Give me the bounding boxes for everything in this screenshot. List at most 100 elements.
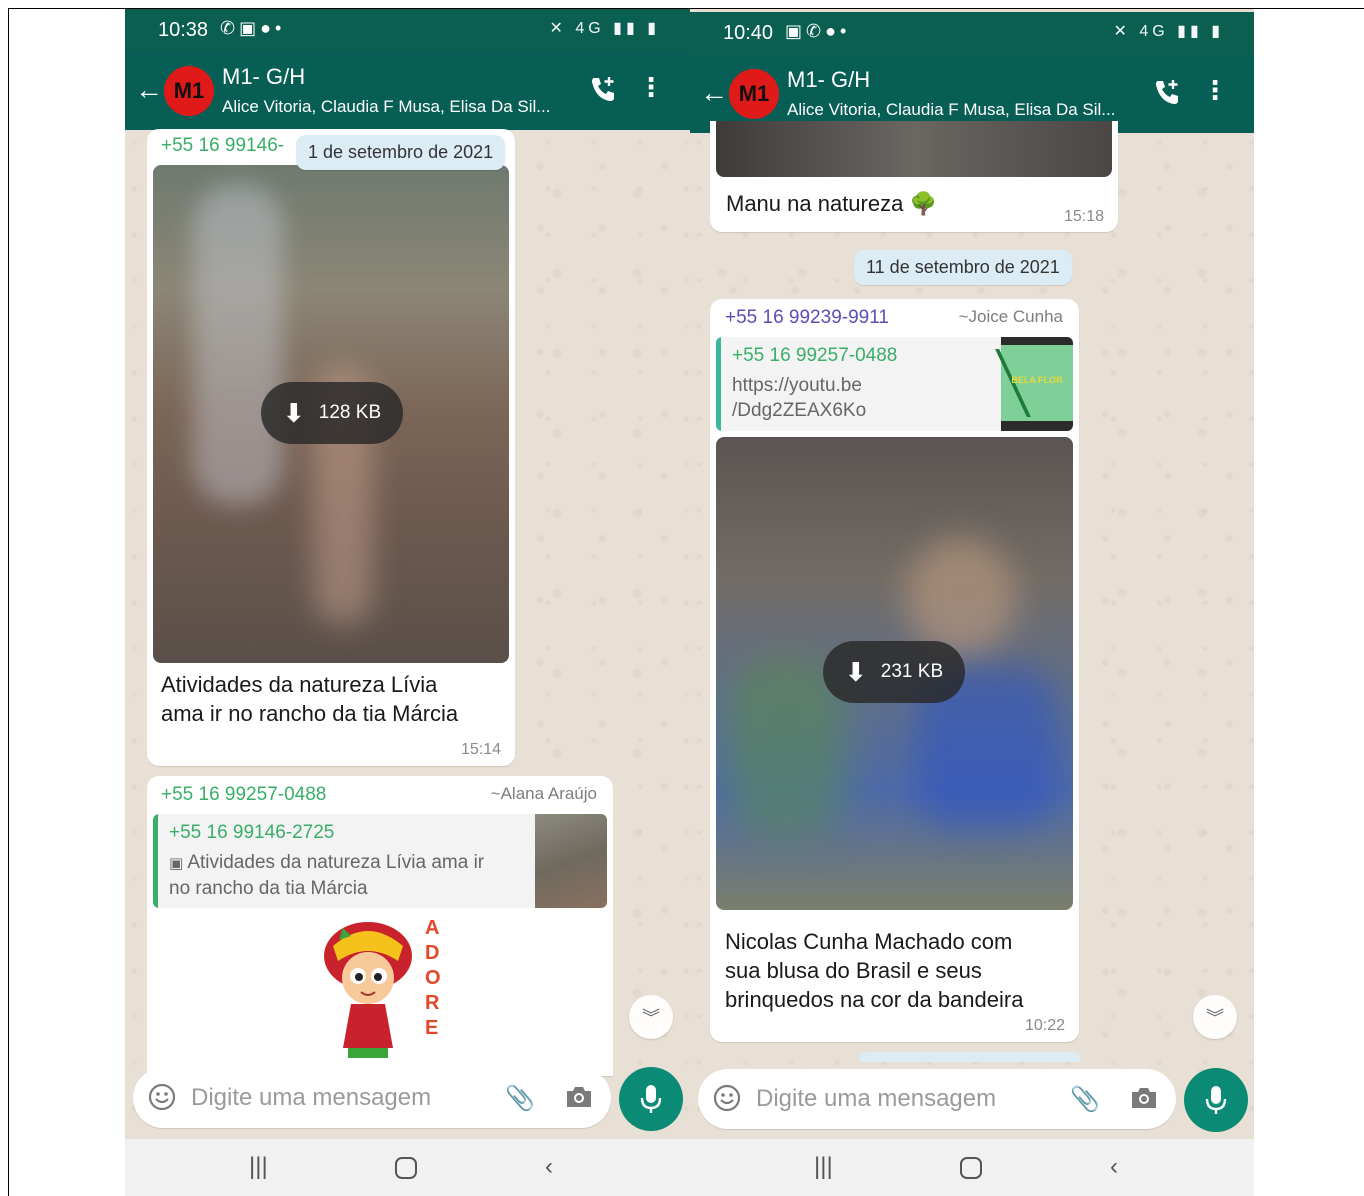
microphone-icon <box>1205 1086 1227 1114</box>
chat-header: ← M1 M1- G/H Alice Vitoria, Claudia F Mu… <box>125 52 690 130</box>
more-vert-icon[interactable]: ⋮ <box>638 74 664 100</box>
quote-thumb-text: BELA FLOR <box>1011 375 1063 385</box>
caption-line: brinquedos na cor da bandeira <box>725 987 1024 1012</box>
caption-line: Atividades da natureza Lívia <box>161 672 438 697</box>
paperclip-icon[interactable]: 📎 <box>505 1084 535 1113</box>
camera-icon[interactable] <box>563 1082 595 1112</box>
image-thumbnail[interactable]: ⬇ 128 KB <box>153 165 509 663</box>
quote-bar <box>153 814 158 908</box>
sticker-letter: D <box>425 942 440 964</box>
sticker[interactable]: A D O R E <box>313 916 453 1066</box>
sticker-text: A D O R E <box>425 916 441 1041</box>
phone-screenshot-left: 10:38 ✆▣●• ✕ 4G ▮▮ ▮ ← M1 M1- G/H Alice … <box>125 9 690 1196</box>
download-size: 231 KB <box>880 661 944 682</box>
message-time: 15:14 <box>460 741 501 758</box>
message-bubble[interactable]: Manu na natureza 🌳 15:18 <box>710 121 1118 232</box>
sender-push-name: ~Joice Cunha <box>958 307 1063 326</box>
status-bar: 10:38 ✆▣●• ✕ 4G ▮▮ ▮ <box>125 9 690 52</box>
quote-line: no rancho da tia Márcia <box>169 878 368 899</box>
home-icon[interactable] <box>960 1157 982 1179</box>
download-icon: ⬇ <box>283 397 305 428</box>
date-chip: 1 de setembro de 2021 <box>296 135 506 170</box>
more-vert-icon[interactable]: ⋮ <box>1202 77 1228 103</box>
chat-title[interactable]: M1- G/H <box>222 64 305 90</box>
quote-sender: +55 16 99257-0488 <box>732 345 898 366</box>
chat-participants[interactable]: Alice Vitoria, Claudia F Musa, Elisa Da … <box>787 100 1115 120</box>
recents-icon[interactable]: ||| <box>814 1153 833 1181</box>
message-bubble[interactable]: +55 16 99257-0488 ~Alana Araújo +55 16 9… <box>147 776 613 1076</box>
android-nav-bar: ||| ‹ <box>690 1139 1254 1196</box>
emoji-icon[interactable] <box>147 1082 177 1112</box>
status-bar: 10:40 ▣✆●• ✕ 4G ▮▮ ▮ <box>690 12 1254 55</box>
caption-line: sua blusa do Brasil e seus <box>725 958 982 983</box>
sticker-letter: R <box>425 992 440 1014</box>
message-input[interactable]: Digite uma mensagem 📎 <box>698 1069 1176 1129</box>
message-time: 10:22 <box>1024 1017 1065 1034</box>
sticker-letter: O <box>425 967 441 989</box>
download-button[interactable]: ⬇ 128 KB <box>261 382 404 444</box>
add-call-icon[interactable] <box>588 74 618 104</box>
sender-phone[interactable]: +55 16 99239-9911 <box>725 307 889 329</box>
nav-back-icon[interactable]: ‹ <box>1110 1153 1118 1181</box>
paperclip-icon[interactable]: 📎 <box>1070 1085 1100 1114</box>
image-thumbnail[interactable] <box>716 121 1112 177</box>
input-placeholder[interactable]: Digite uma mensagem <box>756 1085 996 1113</box>
caption-line: Nicolas Cunha Machado com <box>725 929 1013 954</box>
nav-back-icon[interactable]: ‹ <box>545 1153 553 1181</box>
signal-battery-icons: ✕ 4G ▮▮ ▮ <box>549 20 660 37</box>
android-nav-bar: ||| ‹ <box>125 1139 690 1196</box>
phone-screenshot-right: 10:40 ▣✆●• ✕ 4G ▮▮ ▮ ← M1 M1- G/H Alice … <box>690 9 1254 1196</box>
message-caption: Nicolas Cunha Machado com sua blusa do B… <box>725 927 1023 1014</box>
quote-text: ▣ Atividades da natureza Lívia ama ir no… <box>169 850 484 901</box>
quote-line: /Ddg2ZEAX6Ko <box>732 400 867 421</box>
quote-line: Atividades da natureza Lívia ama ir <box>187 852 485 873</box>
message-time: 15:18 <box>1063 208 1104 225</box>
microphone-button[interactable] <box>619 1067 683 1131</box>
date-chip: 11 de setembro de 2021 <box>854 250 1072 285</box>
message-bubble[interactable]: +55 16 99146- ⬇ 128 KB Atividades da nat… <box>147 129 515 766</box>
home-icon[interactable] <box>395 1157 417 1179</box>
date-chip-partial <box>860 1052 1080 1062</box>
notification-icons: ✆▣●• <box>220 18 286 38</box>
chat-participants[interactable]: Alice Vitoria, Claudia F Musa, Elisa Da … <box>222 97 550 117</box>
double-chevron-down-icon[interactable]: ︾ <box>1193 995 1237 1039</box>
microphone-button[interactable] <box>1184 1068 1248 1132</box>
signal-battery-icons: ✕ 4G ▮▮ ▮ <box>1113 23 1224 40</box>
sticker-character-icon <box>324 922 412 1058</box>
image-icon: ▣ <box>169 855 188 872</box>
quote-bar <box>716 337 721 431</box>
quote-sender: +55 16 99146-2725 <box>169 822 335 843</box>
caption-line: ama ir no rancho da tia Márcia <box>161 701 459 726</box>
quote-thumbnail <box>535 814 607 908</box>
download-size: 128 KB <box>318 402 382 423</box>
status-time: 10:38 <box>158 19 209 41</box>
download-button[interactable]: ⬇ 231 KB <box>823 641 966 703</box>
sender-phone[interactable]: +55 16 99146- <box>161 135 284 157</box>
quoted-message[interactable]: +55 16 99257-0488 https://youtu.be /Ddg2… <box>716 337 1073 431</box>
add-call-icon[interactable] <box>1152 77 1182 107</box>
sticker-letter: A <box>425 917 440 939</box>
camera-icon[interactable] <box>1128 1083 1160 1113</box>
image-thumbnail[interactable]: ⬇ 231 KB <box>716 437 1073 910</box>
input-placeholder[interactable]: Digite uma mensagem <box>191 1084 431 1112</box>
group-avatar[interactable]: M1 <box>729 69 779 119</box>
emoji-icon[interactable] <box>712 1083 742 1113</box>
notification-icons: ▣✆●• <box>785 21 851 41</box>
quote-thumbnail: BELA FLOR <box>995 337 1073 431</box>
arrow-left-icon[interactable]: ← <box>700 77 728 109</box>
microphone-icon <box>640 1085 662 1113</box>
message-caption: Manu na natureza 🌳 <box>726 191 937 216</box>
group-avatar[interactable]: M1 <box>164 66 214 116</box>
double-chevron-down-icon[interactable]: ︾ <box>629 995 673 1039</box>
arrow-left-icon[interactable]: ← <box>135 74 163 106</box>
message-caption: Atividades da natureza Lívia ama ir no r… <box>161 670 458 728</box>
sticker-letter: E <box>425 1017 439 1039</box>
quote-line: https://youtu.be <box>732 375 862 396</box>
recents-icon[interactable]: ||| <box>249 1153 268 1181</box>
message-bubble[interactable]: +55 16 99239-9911 ~Joice Cunha +55 16 99… <box>710 299 1079 1042</box>
quoted-message[interactable]: +55 16 99146-2725 ▣ Atividades da nature… <box>153 814 607 908</box>
status-time: 10:40 <box>723 22 774 44</box>
message-input[interactable]: Digite uma mensagem 📎 <box>133 1068 611 1128</box>
chat-title[interactable]: M1- G/H <box>787 67 870 93</box>
sender-phone[interactable]: +55 16 99257-0488 <box>161 784 326 806</box>
